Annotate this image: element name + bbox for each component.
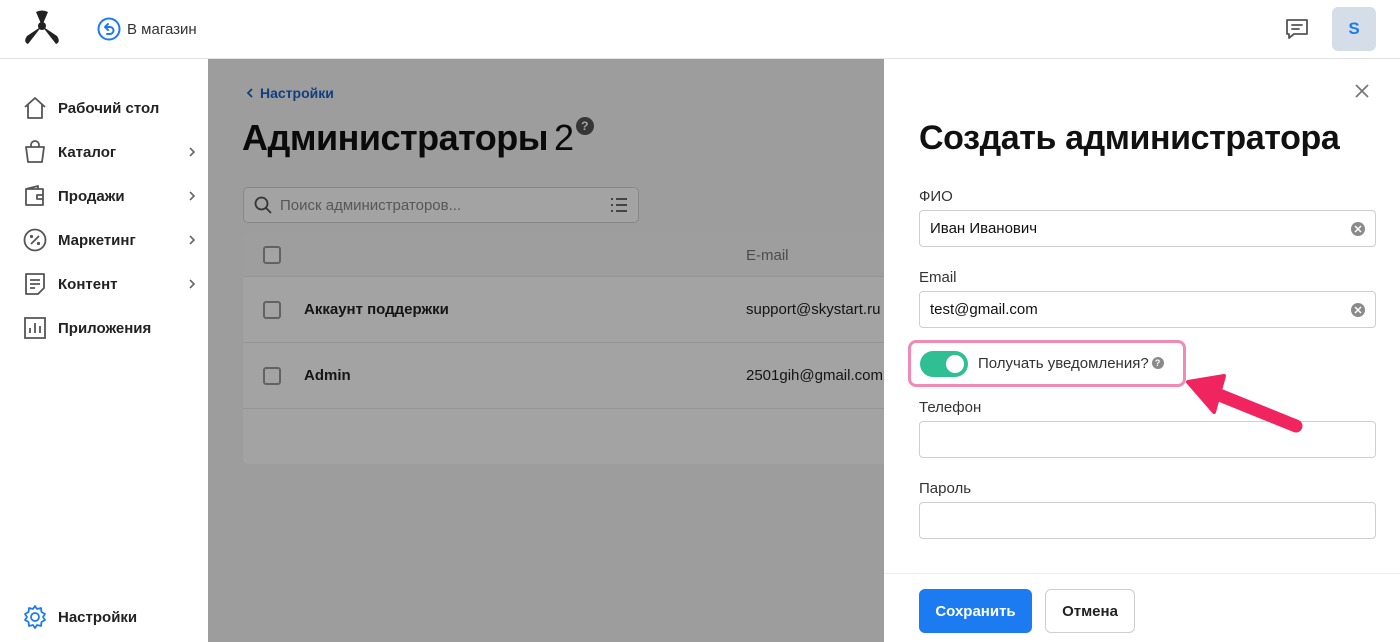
password-label: Пароль: [919, 480, 972, 497]
chevron-right-icon: [189, 147, 196, 157]
modal-overlay[interactable]: [208, 59, 884, 642]
clear-icon[interactable]: [1351, 302, 1365, 317]
sidebar-item-label: Продажи: [58, 187, 125, 205]
home-icon: [22, 95, 48, 121]
sidebar-item-label: Настройки: [58, 608, 138, 626]
name-input[interactable]: [930, 220, 1351, 237]
sidebar-item-label: Рабочий стол: [58, 99, 160, 117]
phone-field-box: [919, 421, 1376, 458]
bag-icon: [22, 139, 48, 165]
back-to-store-link[interactable]: В магазин: [97, 17, 197, 41]
sidebar-item-catalog[interactable]: Каталог: [22, 137, 198, 167]
name-label: ФИО: [919, 188, 953, 205]
top-bar: В магазин S: [0, 0, 1400, 59]
phone-label: Телефон: [919, 399, 982, 416]
create-admin-drawer: Создать администратора ФИО Email Получат…: [884, 59, 1400, 642]
chevron-right-icon: [189, 279, 196, 289]
notifications-label-text: Получать уведомления?: [978, 355, 1149, 372]
percent-icon: [22, 227, 48, 253]
sidebar-item-label: Маркетинг: [58, 231, 136, 249]
email-input[interactable]: [930, 301, 1351, 318]
name-field-box: [919, 210, 1376, 247]
clear-icon[interactable]: [1351, 221, 1365, 236]
document-icon: [22, 271, 48, 297]
chart-icon: [22, 315, 48, 341]
sidebar-item-settings[interactable]: Настройки: [22, 602, 198, 632]
main-content: Настройки Администраторы2? E-mail Аккаун…: [208, 59, 884, 642]
logo-icon[interactable]: [22, 10, 62, 46]
sidebar-item-label: Приложения: [58, 319, 152, 337]
save-button[interactable]: Сохранить: [919, 589, 1032, 633]
cancel-button[interactable]: Отмена: [1045, 589, 1135, 633]
gear-icon: [22, 604, 48, 630]
toggle-knob: [946, 354, 964, 373]
sidebar-item-label: Каталог: [58, 143, 117, 161]
help-icon[interactable]: ?: [1151, 357, 1164, 369]
sidebar-item-dashboard[interactable]: Рабочий стол: [22, 93, 198, 123]
back-arrow-circle-icon: [97, 17, 121, 41]
email-label: Email: [919, 269, 957, 286]
close-icon[interactable]: [1354, 83, 1370, 99]
chat-icon[interactable]: [1284, 17, 1310, 41]
email-field-box: [919, 291, 1376, 328]
sidebar-item-marketing[interactable]: Маркетинг: [22, 225, 198, 255]
avatar[interactable]: S: [1332, 7, 1376, 51]
chevron-right-icon: [189, 191, 196, 201]
drawer-title: Создать администратора: [919, 119, 1340, 157]
sidebar-item-apps[interactable]: Приложения: [22, 313, 198, 343]
password-field-box: [919, 502, 1376, 539]
annotation-arrow-icon: [1186, 374, 1303, 433]
sidebar-item-label: Контент: [58, 275, 118, 293]
wallet-icon: [22, 183, 48, 209]
drawer-footer: Сохранить Отмена: [884, 573, 1400, 642]
notifications-toggle-highlight: Получать уведомления??: [908, 340, 1186, 387]
sidebar-item-content[interactable]: Контент: [22, 269, 198, 299]
notifications-label: Получать уведомления??: [978, 355, 1164, 372]
password-input[interactable]: [930, 512, 1365, 529]
notifications-toggle[interactable]: [920, 350, 968, 377]
back-to-store-label: В магазин: [127, 20, 197, 38]
chevron-right-icon: [189, 235, 196, 245]
sidebar-item-sales[interactable]: Продажи: [22, 181, 198, 211]
sidebar: Рабочий стол Каталог Продажи Маркетинг К…: [0, 59, 208, 642]
